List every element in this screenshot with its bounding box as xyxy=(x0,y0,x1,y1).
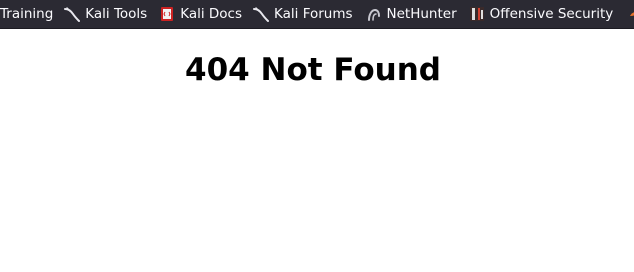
bookmark-kali-forums[interactable]: Kali Forums xyxy=(247,0,358,28)
bookmark-training[interactable]: Training xyxy=(0,0,58,28)
kali-dragon-icon xyxy=(64,6,81,22)
nethunter-icon xyxy=(366,6,382,22)
bookmarks-toolbar: Training Kali Tools Kali Docs Kali Forum… xyxy=(0,0,634,29)
bookmark-exploit-db[interactable] xyxy=(618,0,634,28)
bookmark-label: Kali Forums xyxy=(274,6,353,22)
page-content: 404 Not Found xyxy=(0,29,634,272)
bookmark-label: NetHunter xyxy=(386,6,457,22)
bookmark-offensive-security[interactable]: Offensive Security xyxy=(462,0,619,28)
bookmark-label: Kali Docs xyxy=(180,6,243,22)
kali-docs-icon xyxy=(159,6,175,22)
page-title: 404 Not Found xyxy=(185,52,441,88)
bookmark-nethunter[interactable]: NetHunter xyxy=(358,0,462,28)
kali-dragon-icon xyxy=(253,6,270,22)
bookmark-label: Offensive Security xyxy=(489,6,614,22)
exploit-db-icon xyxy=(628,6,634,22)
bookmark-label: Training xyxy=(0,6,54,22)
bookmark-kali-docs[interactable]: Kali Docs xyxy=(152,0,247,28)
offsec-icon xyxy=(469,6,485,22)
bookmark-kali-tools[interactable]: Kali Tools xyxy=(58,0,152,28)
bookmark-label: Kali Tools xyxy=(85,6,148,22)
